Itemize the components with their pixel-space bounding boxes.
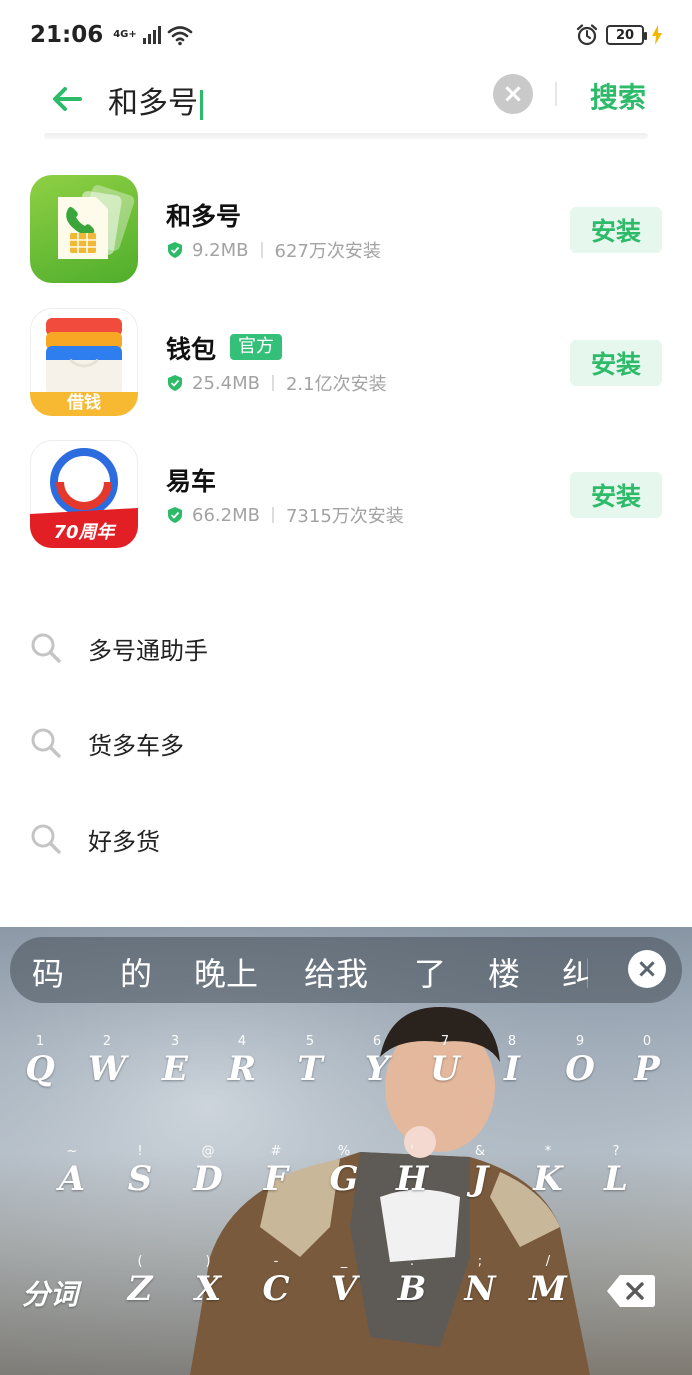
search-icon (31, 633, 61, 663)
app-installs: 7315万次安装 (285, 506, 404, 527)
key-l[interactable]: ? L (586, 1145, 646, 1198)
candidate-word[interactable]: 楼 (488, 949, 520, 995)
key-y[interactable]: 6Y (347, 1035, 407, 1088)
app-result-heduohao[interactable]: 和多号 9.2MB 627万次安装 安装 (0, 175, 692, 287)
candidate-bar: 码 的 晚上 给我 了 楼 纠 × (10, 937, 682, 1003)
wallet-icon-caption: 借钱 (67, 393, 101, 413)
key-j[interactable]: & J (450, 1145, 510, 1198)
app-size: 9.2MB (192, 239, 249, 261)
candidate-word[interactable]: 晚上 (194, 949, 258, 995)
yiche-app-icon[interactable]: 70周年 (30, 440, 138, 548)
app-result-wallet[interactable]: 借钱 钱包 官方 25.4MB 2.1亿次安装 安装 (0, 308, 692, 420)
install-button[interactable]: 安装 (570, 340, 662, 386)
charging-icon (652, 25, 662, 45)
signal-icon (142, 26, 161, 44)
network-type: 4G+ (113, 29, 137, 40)
key-t[interactable]: 5T (280, 1035, 340, 1088)
app-name: 钱包 (166, 335, 217, 364)
heduohao-app-icon[interactable] (30, 175, 138, 283)
meta-divider (271, 507, 274, 523)
candidate-word[interactable]: 的 (120, 949, 152, 995)
fenci-key[interactable]: 分词 (22, 1273, 78, 1313)
close-candidates-icon[interactable]: × (628, 950, 666, 988)
key-b[interactable]: :B (382, 1255, 442, 1308)
suggestion-item[interactable]: 多号通助手 (0, 618, 692, 678)
key-e[interactable]: 3E (145, 1035, 205, 1088)
candidate-word[interactable]: 码 (32, 949, 64, 995)
verified-shield-icon (168, 242, 182, 258)
text-cursor (200, 89, 203, 120)
suggestion-label: 好多货 (88, 827, 160, 856)
backspace-icon[interactable] (606, 1273, 656, 1309)
status-left: 21:06 4G+ (30, 22, 193, 48)
wallet-app-icon[interactable]: 借钱 (30, 308, 138, 416)
install-button[interactable]: 安装 (570, 472, 662, 518)
search-icon (31, 824, 61, 854)
yiche-icon-caption: 70周年 (53, 522, 115, 543)
clear-input-icon[interactable]: × (493, 74, 533, 114)
search-icon (31, 728, 61, 758)
status-bar: 21:06 4G+ 20 (0, 0, 692, 70)
key-a[interactable]: ~ A (42, 1145, 102, 1198)
key-x[interactable]: ) X (178, 1255, 238, 1308)
suggestion-label: 多号通助手 (88, 636, 208, 665)
verified-shield-icon (168, 375, 182, 391)
app-meta: 9.2MB 627万次安装 (166, 237, 381, 263)
app-meta: 25.4MB 2.1亿次安装 (166, 370, 387, 396)
install-button[interactable]: 安装 (570, 207, 662, 253)
candidate-word[interactable]: 了 (414, 949, 446, 995)
key-q[interactable]: 1Q (10, 1035, 70, 1088)
app-size: 25.4MB (192, 372, 260, 394)
key-h[interactable]: ' H (382, 1145, 442, 1198)
suggestion-label: 货多车多 (88, 731, 184, 760)
verified-shield-icon (168, 507, 182, 523)
key-p[interactable]: 0P (617, 1035, 677, 1088)
meta-divider (260, 242, 263, 258)
candidate-word[interactable]: 给我 (304, 949, 368, 995)
header-divider (555, 82, 557, 106)
key-r[interactable]: 4R (212, 1035, 272, 1088)
key-u[interactable]: 7U (415, 1035, 475, 1088)
search-query-text: 和多号 (108, 86, 198, 121)
search-input[interactable]: 和多号 (108, 78, 203, 122)
battery-level: 20 (615, 27, 635, 43)
key-g[interactable]: % G (314, 1145, 374, 1198)
alarm-icon (576, 24, 598, 46)
key-s[interactable]: ! S (110, 1145, 170, 1198)
app-installs: 2.1亿次安装 (285, 374, 387, 395)
key-v[interactable]: _ V (314, 1255, 374, 1308)
key-d[interactable]: @ D (178, 1145, 238, 1198)
key-w[interactable]: 2W (77, 1035, 137, 1088)
key-m[interactable]: / M (518, 1255, 578, 1308)
search-button[interactable]: 搜索 (590, 76, 646, 116)
back-arrow-icon[interactable] (50, 82, 84, 116)
key-i[interactable]: 8I (482, 1035, 542, 1088)
search-header: 和多号 × 搜索 (0, 70, 692, 140)
official-badge: 官方 (230, 334, 282, 360)
candidate-word[interactable]: 纠 (562, 949, 588, 995)
suggestion-item[interactable]: 好多货 (0, 809, 692, 869)
key-k[interactable]: * K (518, 1145, 578, 1198)
keyboard: 码 的 晚上 给我 了 楼 纠 × 1Q 2W 3E 4R 5T 6Y 7U 8… (0, 927, 692, 1375)
battery-icon: 20 (606, 25, 647, 45)
app-installs: 627万次安装 (274, 241, 381, 262)
key-n[interactable]: ; N (450, 1255, 510, 1308)
status-time: 21:06 (30, 22, 104, 48)
key-z[interactable]: (Z (110, 1255, 170, 1308)
search-underline (44, 133, 648, 139)
key-f[interactable]: # F (246, 1145, 306, 1198)
app-meta: 66.2MB 7315万次安装 (166, 502, 404, 528)
key-o[interactable]: 9O (550, 1035, 610, 1088)
suggestion-item[interactable]: 货多车多 (0, 713, 692, 773)
key-c[interactable]: -C (246, 1255, 306, 1308)
app-size: 66.2MB (192, 504, 260, 526)
app-name: 易车 (166, 467, 217, 496)
app-name: 和多号 (166, 202, 242, 231)
wifi-icon (167, 26, 193, 46)
status-right: 20 (576, 24, 662, 46)
app-result-yiche[interactable]: 70周年 易车 66.2MB 7315万次安装 安装 (0, 440, 692, 552)
meta-divider (271, 375, 274, 391)
